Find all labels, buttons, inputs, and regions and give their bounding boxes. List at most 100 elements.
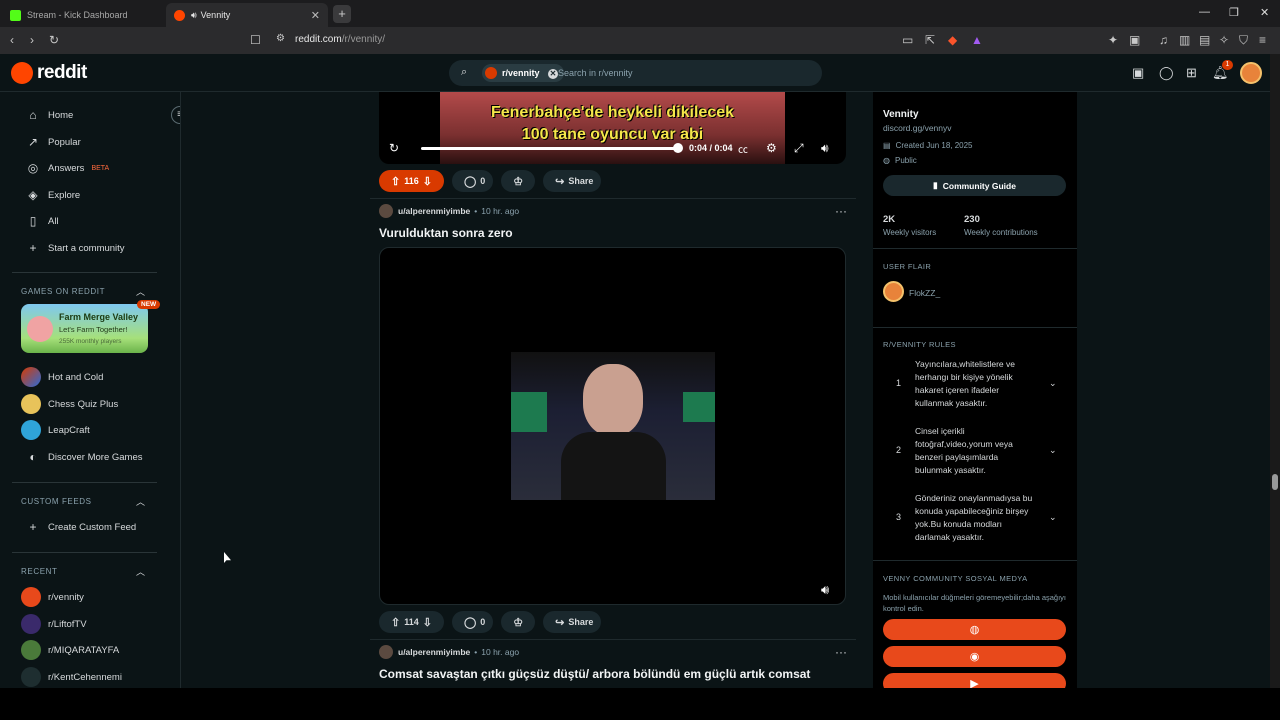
community-link[interactable]: discord.gg/vennyv xyxy=(883,123,952,133)
recent-item[interactable]: r/vennity xyxy=(21,586,84,608)
sidebar-item-answers[interactable]: ◎ Answers BETA xyxy=(26,157,109,179)
chevron-up-icon[interactable]: ︿ xyxy=(136,285,145,298)
url-field[interactable]: reddit.com/r/vennity/ xyxy=(295,34,385,45)
site-info-icon[interactable]: ⚙ xyxy=(276,33,285,44)
bookmark-icon[interactable]: ☐ xyxy=(250,33,261,47)
scrollbar-thumb[interactable] xyxy=(1272,474,1278,490)
recent-item[interactable]: r/LiftofTV xyxy=(21,613,87,635)
youtube-button[interactable]: ▶ xyxy=(883,673,1066,688)
collapse-nav-icon[interactable]: ≡ xyxy=(171,106,180,124)
post-title[interactable]: Vurulduktan sonra zero xyxy=(379,226,513,240)
menu-icon[interactable]: ≡ xyxy=(1259,33,1266,47)
sidebar-toggle-icon[interactable]: ▥ xyxy=(1179,33,1190,47)
game-item-hot-and-cold[interactable]: Hot and Cold xyxy=(21,366,103,388)
minimize-button[interactable]: — xyxy=(1199,6,1210,18)
featured-game-card[interactable]: Farm Merge Valley Let's Farm Together! 2… xyxy=(21,304,148,353)
game-item-chess-quiz[interactable]: Chess Quiz Plus xyxy=(21,393,118,415)
post-options-icon[interactable]: ··· xyxy=(835,204,847,218)
chevron-down-icon[interactable]: ⌄ xyxy=(1049,378,1057,389)
restore-button[interactable]: ❐ xyxy=(1229,6,1239,19)
share-button[interactable]: ↪ Share xyxy=(543,170,602,192)
advertise-icon[interactable]: ▣ xyxy=(1132,65,1144,81)
award-button[interactable]: ♔ xyxy=(501,611,536,633)
user-flair-name[interactable]: FlokZZ_ xyxy=(909,288,940,298)
award-button[interactable]: ♔ xyxy=(501,170,536,192)
author-avatar[interactable] xyxy=(379,645,393,659)
chat-icon[interactable]: ◯ xyxy=(1159,65,1174,81)
brave-shield-icon[interactable]: ◆ xyxy=(948,33,957,47)
post-title[interactable]: Comsat savaştan çıtkı güçsüz düştü/ arbo… xyxy=(379,667,810,681)
sidebar-item-popular[interactable]: ↗ Popular xyxy=(26,131,81,153)
recent-item[interactable]: r/MIQARATAYFA xyxy=(21,639,119,661)
rule-item[interactable]: 1 Yayıncılara,whitelistlere ve herhangı … xyxy=(883,358,1066,414)
game-item-leapcraft[interactable]: LeapCraft xyxy=(21,419,90,441)
captions-icon[interactable]: ㏄ xyxy=(738,141,748,156)
settings-gear-icon[interactable]: ⚙ xyxy=(766,141,777,155)
close-tab-icon[interactable]: ✕ xyxy=(311,9,320,22)
rule-item[interactable]: 3 Gönderiniz onaylanmadıysa bu konuda ya… xyxy=(883,492,1066,548)
replay-icon[interactable]: ↻ xyxy=(389,141,399,155)
page-scrollbar[interactable] xyxy=(1270,54,1280,688)
search-bar[interactable]: ⌕ r/vennity ✕ xyxy=(449,60,822,86)
website-button[interactable]: ◍ xyxy=(883,619,1066,640)
rule-item[interactable]: 2 Cinsel içerikli fotoğraf,video,yorum v… xyxy=(883,425,1066,481)
video-player[interactable]: Fenerbahçe'de heykeli dikilecek 100 tane… xyxy=(379,92,846,164)
tab-search-icon[interactable]: ▣ xyxy=(1129,33,1140,47)
chevron-up-icon[interactable]: ︿ xyxy=(136,565,145,578)
chevron-down-icon[interactable]: ⌄ xyxy=(1049,445,1057,456)
volume-icon[interactable]: 🔊︎ xyxy=(821,141,829,156)
search-input[interactable] xyxy=(558,65,808,81)
vpn-icon[interactable]: ⛉ xyxy=(1239,33,1248,48)
create-custom-feed[interactable]: + Create Custom Feed xyxy=(26,516,136,538)
sidebar-item-explore[interactable]: ◈ Explore xyxy=(26,184,80,206)
chevron-down-icon[interactable]: ⌄ xyxy=(1049,512,1057,523)
chevron-up-icon[interactable]: ︿ xyxy=(136,495,145,508)
leo-ai-icon[interactable]: ✧ xyxy=(1219,33,1229,47)
share-button[interactable]: ↪ Share xyxy=(543,611,602,633)
brave-rewards-icon[interactable]: ▲ xyxy=(971,33,983,47)
upvote-icon[interactable]: ⇧ xyxy=(391,175,400,188)
discord-button[interactable]: ◉ xyxy=(883,646,1066,667)
wallet-icon[interactable]: ▤ xyxy=(1199,33,1210,47)
comments-button[interactable]: ◯ 0 xyxy=(451,170,494,192)
tab-kick-dashboard[interactable]: Stream - Kick Dashboard xyxy=(2,3,162,27)
author-link[interactable]: u/alperenmiyimbe xyxy=(398,206,470,216)
recent-item[interactable]: r/KentCehennemi xyxy=(21,666,122,688)
sidebar-item-all[interactable]: ▯ All xyxy=(26,210,59,232)
create-post-icon[interactable]: ⊞ xyxy=(1186,65,1197,81)
user-avatar[interactable] xyxy=(1240,62,1262,84)
video-progress-bar[interactable] xyxy=(421,147,677,150)
comments-button[interactable]: ◯ 0 xyxy=(451,611,494,633)
reddit-logo-icon[interactable] xyxy=(11,62,33,84)
volume-icon[interactable]: 🔊︎ xyxy=(821,582,829,598)
new-tab-button[interactable]: + xyxy=(333,5,351,23)
fullscreen-icon[interactable]: ⤢ xyxy=(794,141,804,156)
game-label: Chess Quiz Plus xyxy=(48,398,119,410)
discover-games-link[interactable]: ◐ Discover More Games xyxy=(26,446,142,468)
sidebar-item-start-community[interactable]: + Start a community xyxy=(26,237,124,259)
vote-control[interactable]: ⇧ 116 ⇩ xyxy=(379,170,444,192)
downvote-icon[interactable]: ⇩ xyxy=(423,175,432,188)
upvote-icon[interactable]: ⇧ xyxy=(391,616,400,629)
media-icon[interactable]: ♫ xyxy=(1159,33,1168,47)
cast-icon[interactable]: ▭ xyxy=(902,33,913,47)
extensions-icon[interactable]: ✦ xyxy=(1108,33,1118,47)
forward-icon[interactable]: › xyxy=(30,33,34,47)
reddit-logo-text[interactable]: reddit xyxy=(37,62,87,84)
author-avatar[interactable] xyxy=(379,204,393,218)
sidebar-item-home[interactable]: ⌂ Home xyxy=(26,104,73,126)
community-guide-button[interactable]: ▮ Community Guide xyxy=(883,175,1066,196)
vote-control[interactable]: ⇧ 114 ⇩ xyxy=(379,611,444,633)
author-link[interactable]: u/alperenmiyimbe xyxy=(398,647,470,657)
close-window-button[interactable]: ✕ xyxy=(1260,6,1269,19)
subreddit-search-chip[interactable]: r/vennity ✕ xyxy=(482,64,565,82)
back-icon[interactable]: ‹ xyxy=(10,33,14,47)
downvote-icon[interactable]: ⇩ xyxy=(423,616,432,629)
share-page-icon[interactable]: ⇱ xyxy=(925,33,935,47)
clear-chip-icon[interactable]: ✕ xyxy=(548,69,559,79)
progress-handle[interactable] xyxy=(673,143,683,153)
reload-icon[interactable]: ↻ xyxy=(49,33,59,47)
post-options-icon[interactable]: ··· xyxy=(835,645,847,659)
video-player[interactable]: 🔊︎ xyxy=(379,247,846,605)
tab-vennity[interactable]: 🔊︎ Vennity ✕ xyxy=(166,3,328,27)
